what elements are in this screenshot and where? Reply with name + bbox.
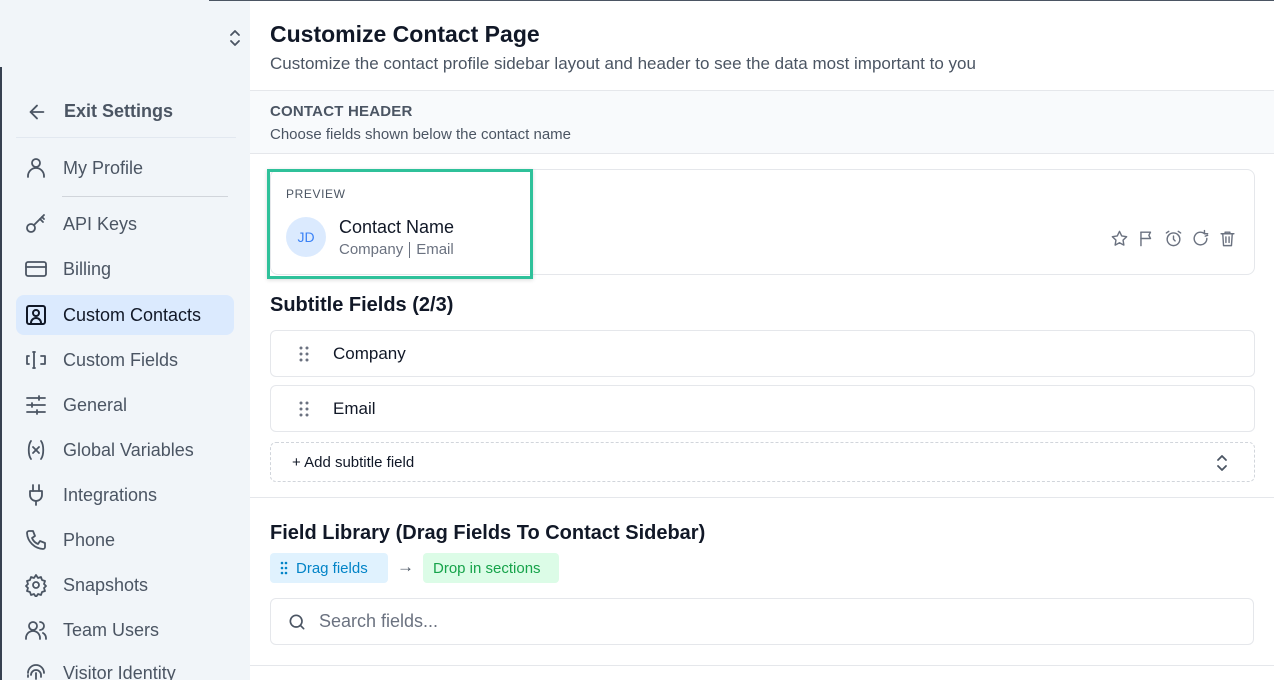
sidebar-item-general[interactable]: General <box>16 385 234 425</box>
subtitle-field-row-email[interactable]: Email <box>270 385 1255 432</box>
sidebar-item-custom-contacts[interactable]: Custom Contacts <box>16 295 234 335</box>
sliders-icon <box>23 392 49 418</box>
sidebar-item-integrations[interactable]: Integrations <box>16 475 234 515</box>
drag-fields-label: Drag fields <box>296 559 368 577</box>
field-search-box[interactable] <box>270 598 1254 645</box>
sidebar-item-billing[interactable]: Billing <box>16 249 234 289</box>
sidebar-item-label: Custom Contacts <box>63 304 202 325</box>
drop-in-sections-label: Drop in sections <box>433 559 541 577</box>
field-library-title: Field Library (Drag Fields To Contact Si… <box>270 522 706 544</box>
left-border <box>0 67 2 680</box>
star-icon[interactable] <box>1108 227 1130 249</box>
search-icon <box>287 612 307 632</box>
sidebar-item-label: Visitor Identity <box>63 662 176 680</box>
settings-sidebar: Exit Settings My Profile API Keys Billin… <box>0 0 250 680</box>
drag-dots-icon <box>280 561 288 575</box>
key-icon <box>23 211 49 237</box>
exit-settings-label: Exit Settings <box>64 101 174 121</box>
sidebar-item-phone[interactable]: Phone <box>16 520 234 560</box>
sidebar-item-custom-fields[interactable]: Custom Fields <box>16 340 234 380</box>
arrow-left-icon <box>24 99 50 125</box>
alarm-clock-icon[interactable] <box>1162 227 1184 249</box>
preview-label: PREVIEW <box>286 187 346 201</box>
page-title: Customize Contact Page <box>270 21 540 47</box>
contact-header-section: CONTACT HEADER Choose fields shown below… <box>250 90 1274 154</box>
phone-icon <box>23 527 49 553</box>
add-subtitle-field-select[interactable]: + Add subtitle field <box>270 442 1255 482</box>
variable-icon <box>23 437 49 463</box>
rotate-icon[interactable] <box>1189 227 1211 249</box>
drop-in-sections-badge: Drop in sections <box>423 553 559 583</box>
sidebar-item-label: Phone <box>63 529 116 550</box>
sidebar-item-label: General <box>63 394 128 415</box>
search-input[interactable] <box>319 611 1219 632</box>
sidebar-item-label: Snapshots <box>63 574 149 595</box>
sidebar-item-label: My Profile <box>63 157 144 178</box>
chevron-up-down-icon <box>1216 454 1228 477</box>
sidebar-item-my-profile[interactable]: My Profile <box>16 148 234 188</box>
sidebar-item-team-users[interactable]: Team Users <box>16 610 234 650</box>
add-subtitle-field-label: + Add subtitle field <box>292 453 415 471</box>
user-icon <box>23 155 49 181</box>
credit-card-icon <box>23 256 49 282</box>
contact-subtitle-company: Company <box>339 241 404 258</box>
contact-header-title: CONTACT HEADER <box>270 103 413 120</box>
sidebar-item-label: API Keys <box>63 213 138 234</box>
flag-icon[interactable] <box>1135 227 1157 249</box>
text-cursor-input-icon <box>23 347 49 373</box>
gear-icon <box>23 572 49 598</box>
trash-icon[interactable] <box>1216 227 1238 249</box>
subtitle-field-row-company[interactable]: Company <box>270 330 1255 377</box>
sidebar-item-label: Integrations <box>63 484 158 505</box>
contact-header-subtitle: Choose fields shown below the contact na… <box>270 126 572 143</box>
subtitle-fields-title: Subtitle Fields (2/3) <box>270 294 454 316</box>
sidebar-item-global-variables[interactable]: Global Variables <box>16 430 234 470</box>
chevron-up-down-icon[interactable] <box>226 28 244 48</box>
plug-icon <box>23 482 49 508</box>
contact-subtitle-email: Email <box>416 241 454 258</box>
users-icon <box>23 617 49 643</box>
sidebar-item-label: Global Variables <box>63 439 194 460</box>
sidebar-item-label: Custom Fields <box>63 349 179 370</box>
preview-actions <box>1108 227 1238 249</box>
contact-card-icon <box>23 302 49 328</box>
section-divider <box>250 665 1274 666</box>
drag-handle-icon[interactable] <box>291 341 317 367</box>
sidebar-item-label: Billing <box>63 258 112 279</box>
drag-fields-badge: Drag fields <box>270 553 388 583</box>
subtitle-field-label: Email <box>333 398 376 418</box>
sidebar-divider <box>62 196 228 197</box>
contact-name: Contact Name <box>339 217 455 237</box>
sidebar-item-api-keys[interactable]: API Keys <box>16 204 234 244</box>
drag-handle-icon[interactable] <box>291 396 317 422</box>
fingerprint-icon <box>23 660 49 680</box>
section-divider <box>250 497 1274 498</box>
subtitle-separator <box>409 241 411 258</box>
arrow-right-icon: → <box>397 557 414 576</box>
main-content: Customize Contact Page Customize the con… <box>250 1 1274 680</box>
page-subtitle: Customize the contact profile sidebar la… <box>270 54 976 73</box>
exit-settings-button[interactable]: Exit Settings <box>16 86 236 138</box>
sidebar-item-snapshots[interactable]: Snapshots <box>16 565 234 605</box>
avatar: JD <box>286 217 326 257</box>
sidebar-item-label: Team Users <box>63 619 160 640</box>
contact-subtitle: Company Email <box>339 241 454 258</box>
subtitle-field-label: Company <box>333 343 406 363</box>
sidebar-item-visitor-identity[interactable]: Visitor Identity <box>16 653 234 680</box>
